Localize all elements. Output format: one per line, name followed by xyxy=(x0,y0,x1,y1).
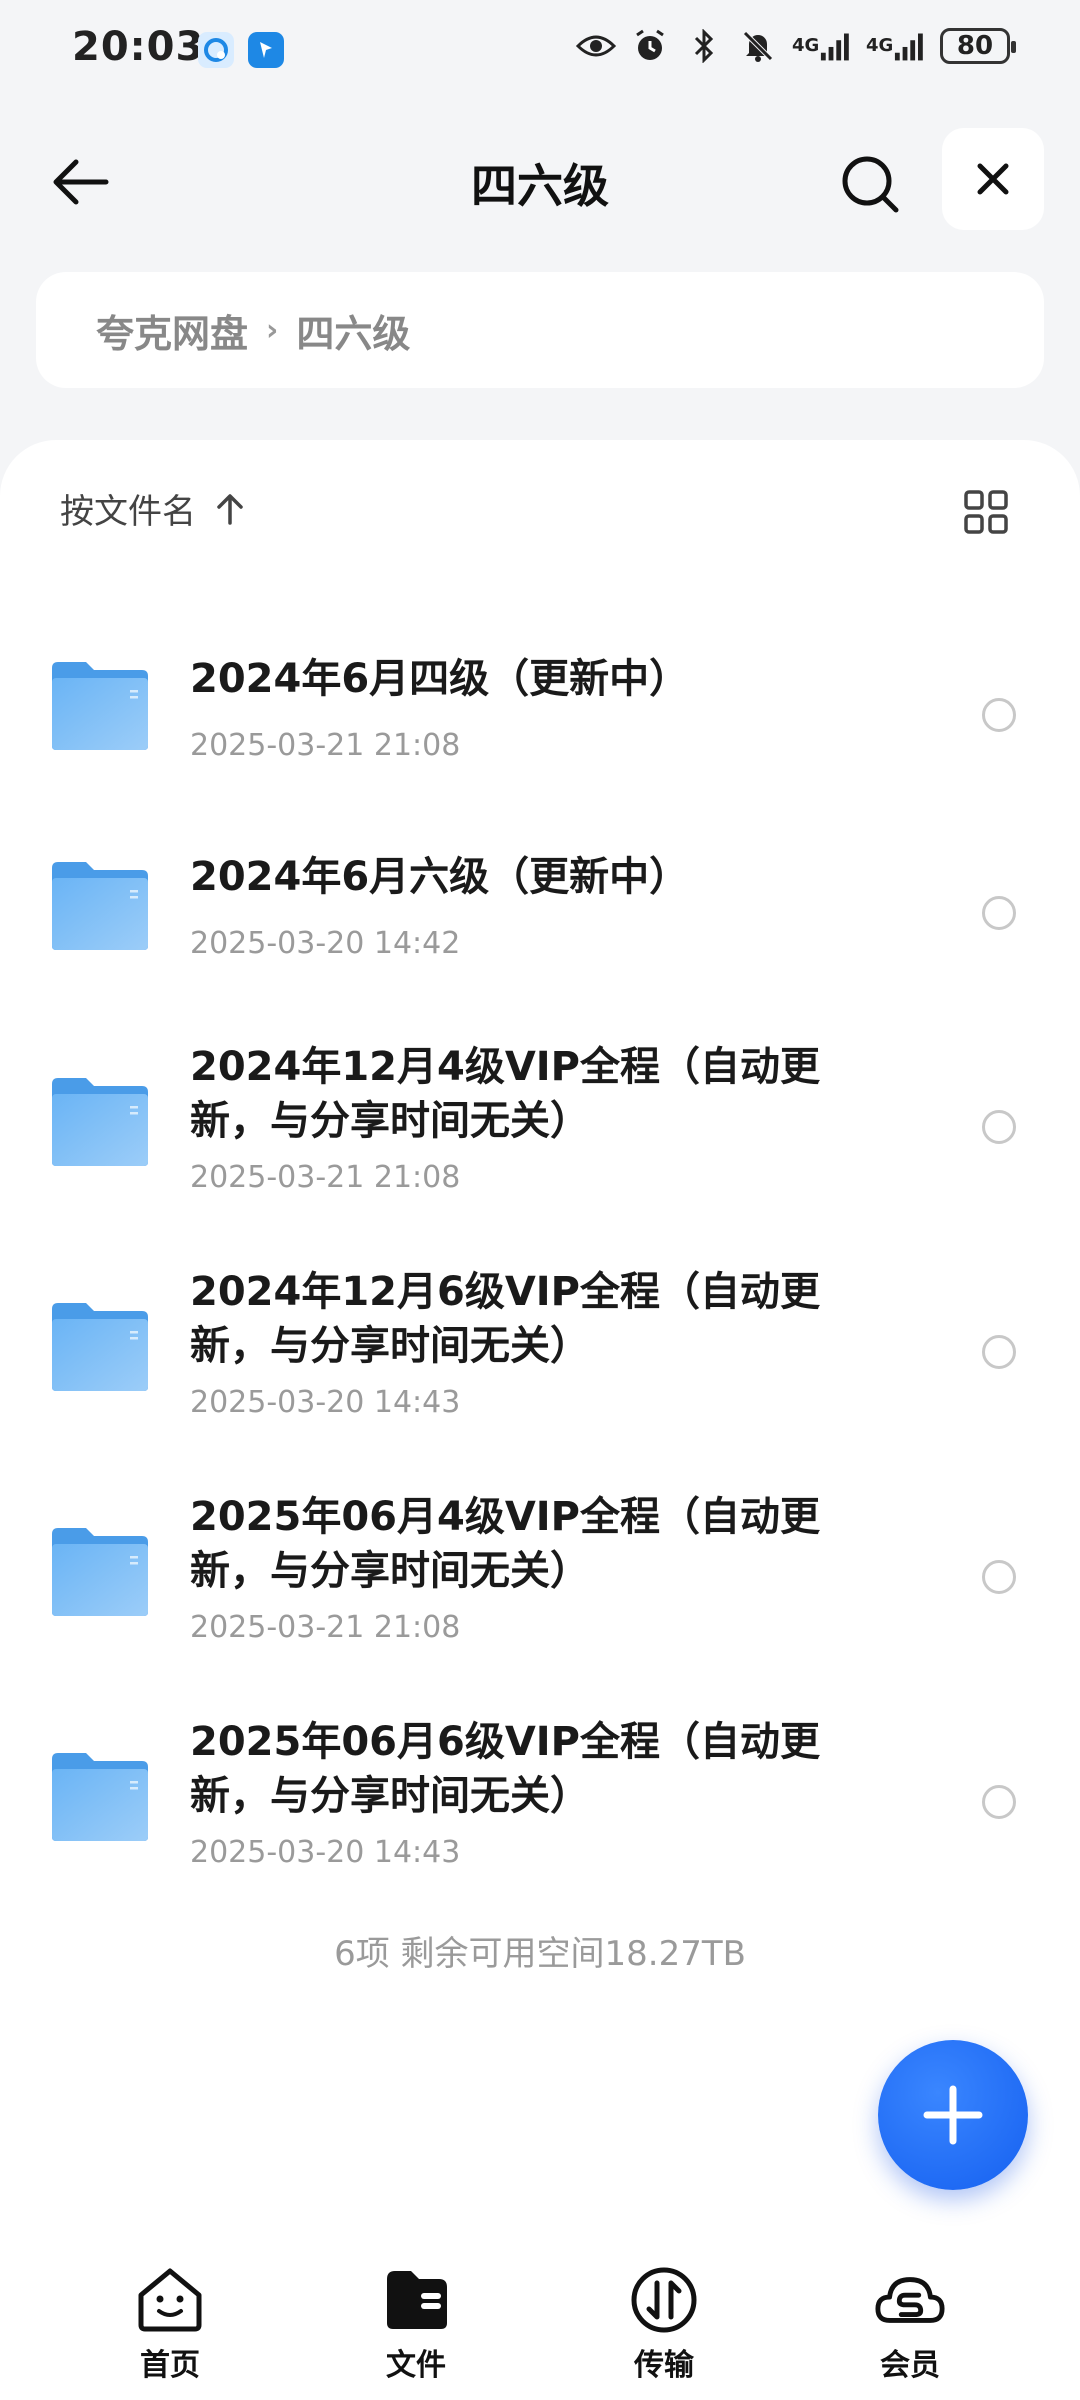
select-radio[interactable] xyxy=(982,1335,1016,1369)
file-date: 2025-03-21 21:08 xyxy=(190,1610,461,1645)
list-item[interactable]: 2025年06月4级VIP全程（自动更新，与分享时间无关） 2025-03-21… xyxy=(0,1460,1080,1680)
file-date: 2025-03-20 14:42 xyxy=(190,926,461,961)
close-button[interactable] xyxy=(942,128,1044,230)
select-radio[interactable] xyxy=(982,896,1016,930)
search-icon xyxy=(842,156,899,213)
breadcrumb-current: 四六级 xyxy=(296,311,411,356)
grid-icon xyxy=(964,490,1008,534)
home-face-icon xyxy=(134,2264,206,2336)
page-title: 四六级 xyxy=(471,159,609,213)
nav-transfer[interactable]: 传输 xyxy=(594,2264,734,2384)
quark-app-icon xyxy=(198,32,234,68)
chevron-right-icon: › xyxy=(266,312,279,348)
list-item[interactable]: 2024年12月6级VIP全程（自动更新，与分享时间无关） 2025-03-20… xyxy=(0,1235,1080,1455)
plus-icon xyxy=(923,2085,983,2145)
breadcrumb: 夸克网盘 › 四六级 xyxy=(36,272,1044,388)
close-icon xyxy=(977,163,1009,195)
status-indicators: 4G 4G 80 xyxy=(576,26,1016,66)
bookmark-app-icon xyxy=(248,32,284,68)
file-name: 2024年6月四级（更新中） xyxy=(190,656,690,702)
bluetooth-icon xyxy=(684,26,724,66)
list-item[interactable]: 2024年6月六级（更新中） 2025-03-20 14:42 xyxy=(0,810,1080,1000)
add-button[interactable] xyxy=(878,2040,1028,2190)
select-radio[interactable] xyxy=(982,698,1016,732)
transfer-icon xyxy=(628,2264,700,2336)
list-item[interactable]: 2025年06月6级VIP全程（自动更新，与分享时间无关） 2025-03-20… xyxy=(0,1685,1080,1905)
file-name: 2025年06月4级VIP全程（自动更新，与分享时间无关） xyxy=(190,1494,820,1594)
folder-icon xyxy=(52,1753,148,1841)
nav-label: 首页 xyxy=(140,2348,200,2383)
folder-icon xyxy=(52,862,148,950)
status-time: 20:03 xyxy=(72,24,205,70)
signal-1-icon: 4G xyxy=(792,26,852,66)
file-name: 2025年06月6级VIP全程（自动更新，与分享时间无关） xyxy=(190,1719,820,1819)
folder-icon xyxy=(52,1303,148,1391)
nav-home[interactable]: 首页 xyxy=(100,2264,240,2384)
sort-control[interactable]: 按文件名 xyxy=(60,484,244,533)
file-date: 2025-03-21 21:08 xyxy=(190,728,461,763)
network-type-2: 4G xyxy=(866,35,894,56)
select-radio[interactable] xyxy=(982,1785,1016,1819)
network-type-1: 4G xyxy=(792,35,820,56)
storage-summary: 6项 剩余可用空间18.27TB xyxy=(334,1934,746,1974)
nav-files[interactable]: 文件 xyxy=(346,2264,486,2384)
search-button[interactable] xyxy=(832,146,908,222)
arrow-up-icon xyxy=(217,493,243,525)
list-item[interactable]: 2024年6月四级（更新中） 2025-03-21 21:08 xyxy=(0,610,1080,800)
mute-bell-icon xyxy=(738,26,778,66)
signal-2-icon: 4G xyxy=(866,26,926,66)
status-bar: 20:03 4G 4G 80 xyxy=(0,0,1080,100)
nav-label: 传输 xyxy=(634,2348,694,2383)
file-name: 2024年12月6级VIP全程（自动更新，与分享时间无关） xyxy=(190,1269,820,1369)
list-item[interactable]: 2024年12月4级VIP全程（自动更新，与分享时间无关） 2025-03-21… xyxy=(0,1010,1080,1230)
header: 四六级 xyxy=(0,120,1080,240)
folder-icon xyxy=(52,1528,148,1616)
battery-level: 80 xyxy=(956,31,994,61)
nav-label: 文件 xyxy=(386,2348,446,2383)
folder-wallet-icon xyxy=(380,2264,452,2336)
folder-icon xyxy=(52,1078,148,1166)
grid-view-button[interactable] xyxy=(954,480,1018,544)
status-app-icons xyxy=(198,32,284,68)
select-radio[interactable] xyxy=(982,1110,1016,1144)
alarm-icon xyxy=(630,26,670,66)
sort-label: 按文件名 xyxy=(60,492,196,532)
folder-icon xyxy=(52,662,148,750)
nav-member[interactable]: 会员 xyxy=(840,2264,980,2384)
file-name: 2024年12月4级VIP全程（自动更新，与分享时间无关） xyxy=(190,1044,820,1144)
select-radio[interactable] xyxy=(982,1560,1016,1594)
bottom-nav: 首页 文件 传输 会员 xyxy=(0,2250,1080,2400)
cloud-member-icon xyxy=(874,2264,946,2336)
battery-indicator: 80 xyxy=(940,28,1016,64)
breadcrumb-root[interactable]: 夸克网盘 xyxy=(96,303,248,358)
nav-label: 会员 xyxy=(880,2348,940,2383)
file-name: 2024年6月六级（更新中） xyxy=(190,854,690,900)
file-date: 2025-03-20 14:43 xyxy=(190,1835,461,1870)
file-date: 2025-03-20 14:43 xyxy=(190,1385,461,1420)
file-date: 2025-03-21 21:08 xyxy=(190,1160,461,1195)
eye-icon xyxy=(576,26,616,66)
